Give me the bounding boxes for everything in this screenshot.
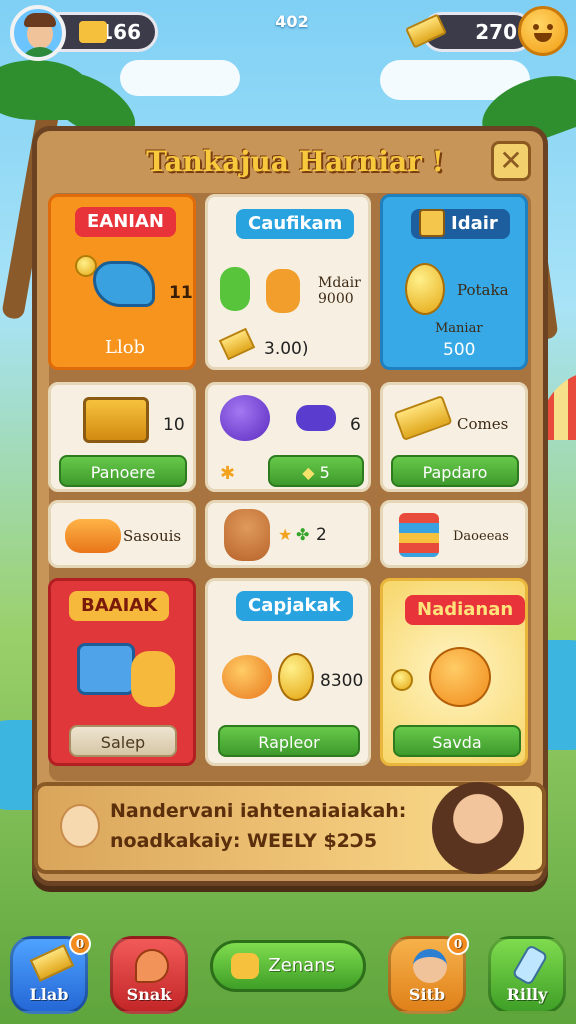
star-icon: ★	[278, 525, 293, 544]
banner-line-1: Nandervani iahtenaiaiakah:	[110, 800, 407, 822]
treasure-chest-icon	[83, 397, 149, 443]
offer-card-6[interactable]: Comes Papdaro	[380, 382, 528, 492]
player-level: 402	[275, 12, 309, 31]
gold-bar-icon	[29, 944, 75, 982]
nav-button-zenans[interactable]: Zenans	[210, 940, 366, 992]
nav-button-sitb[interactable]: Sitb 0	[388, 933, 469, 1014]
gold-egg-icon	[278, 653, 314, 701]
snail-pet-icon	[222, 655, 272, 699]
offer-card-11[interactable]: Capjakak 8300 Rapleor	[205, 578, 371, 766]
gold-value: 270	[475, 20, 517, 44]
host-portrait	[432, 782, 524, 874]
offer-price: 3.00)	[264, 339, 309, 359]
offer-footer: Llob	[105, 337, 146, 358]
purple-pet-icon	[220, 395, 270, 441]
player-avatar[interactable]	[10, 5, 66, 61]
offer-card-1[interactable]: EANIAN 11 Llob	[48, 194, 196, 370]
toy-animal-icon	[65, 519, 121, 553]
potion-icon	[511, 943, 549, 987]
nav-label: Llab	[29, 985, 69, 1004]
toolbox-icon	[77, 643, 135, 695]
buy-button[interactable]: Rapleor	[218, 725, 360, 757]
gold-egg-icon	[405, 263, 445, 315]
offer-side-text: Potaka	[457, 281, 509, 299]
offer-side-text: Mdair 9000	[318, 275, 361, 307]
notification-badge: 0	[69, 933, 91, 955]
xp-bar-fill	[79, 21, 107, 43]
offer-tag: Caufikam	[236, 209, 355, 239]
smiley-pet-icon	[429, 647, 491, 707]
scroll-icon	[419, 209, 445, 237]
offer-card-3[interactable]: Idair Potaka Maniar 500	[380, 194, 528, 370]
smiley-coin-icon[interactable]	[518, 6, 568, 56]
green-creature-icon	[220, 267, 250, 311]
offer-price: 500	[443, 340, 476, 360]
offer-card-10[interactable]: BAAIAK Salep	[48, 578, 196, 766]
gem-icon: ◆	[302, 463, 315, 482]
close-button[interactable]: ✕	[491, 141, 531, 181]
character-icon	[413, 949, 447, 983]
sparkle-icon: ✱	[220, 463, 236, 484]
offer-label: Sasouis	[123, 527, 182, 545]
book-stack-icon	[399, 513, 439, 557]
nav-label: Rilly	[506, 985, 548, 1004]
offer-card-4[interactable]: 10 Panoere	[48, 382, 196, 492]
offer-count: 6	[350, 415, 361, 435]
weekly-offer-banner[interactable]: Nandervani iahtenaiaiakah: noadkakaiy: W…	[34, 782, 546, 874]
whistle-icon	[93, 261, 155, 307]
buy-price: 5	[319, 463, 330, 482]
buy-button[interactable]: Panoere	[59, 455, 187, 487]
offer-quantity: 11	[169, 283, 193, 303]
clover-icon: ✤	[296, 525, 310, 544]
offer-card-7[interactable]: Sasouis	[48, 500, 196, 568]
buy-button[interactable]: Papdaro	[391, 455, 519, 487]
nav-button-snak[interactable]: Snak	[110, 936, 188, 1014]
mascot-icon	[131, 651, 175, 707]
gold-bar-icon	[393, 395, 453, 441]
offer-count: 8300	[320, 671, 364, 691]
gold-bars-icon	[218, 327, 256, 361]
offer-count: 2	[316, 525, 327, 545]
buy-button[interactable]: Salep	[69, 725, 177, 757]
offer-card-2[interactable]: Caufikam Mdair 9000 3.00)	[205, 194, 371, 370]
offer-card-8[interactable]: ★ ✤ 2	[205, 500, 371, 568]
offer-label: Comes	[457, 415, 509, 433]
offer-tag: Nadianan	[405, 595, 525, 625]
offer-tag: Capjakak	[236, 591, 353, 621]
orange-creature-icon	[266, 269, 300, 313]
notification-badge: 0	[447, 933, 469, 955]
pet-icon	[231, 953, 259, 979]
offer-tag: EANIAN	[75, 207, 176, 237]
buy-button[interactable]: Savda	[393, 725, 521, 757]
nav-label: Sitb	[408, 985, 446, 1004]
panel-title: Tankajua Harniar !	[146, 145, 444, 178]
offer-card-9[interactable]: Daoeeas	[380, 500, 528, 568]
coin-icon	[391, 669, 413, 691]
nav-button-rilly[interactable]: Rilly	[488, 936, 566, 1014]
nav-label: Zenans	[268, 955, 335, 976]
offer-sub-text: Maniar	[435, 321, 483, 336]
bear-avatar-icon	[224, 509, 270, 561]
bunny-mascot-icon	[60, 804, 100, 848]
offer-count: 10	[163, 415, 185, 435]
meat-icon	[135, 949, 169, 983]
nav-button-llab[interactable]: Llab 0	[10, 933, 91, 1014]
offer-card-5[interactable]: 6 ✱ ◆ 5	[205, 382, 371, 492]
offer-card-12[interactable]: Nadianan Savda	[380, 578, 528, 766]
banner-line-2: noadkakaiy: WEELY $2Ɔ5	[110, 830, 378, 852]
offer-tag: BAAIAK	[69, 591, 170, 621]
buy-button[interactable]: ◆ 5	[268, 455, 364, 487]
offer-label: Daoeeas	[453, 529, 509, 544]
binoculars-icon	[296, 405, 336, 431]
nav-label: Snak	[126, 985, 172, 1004]
